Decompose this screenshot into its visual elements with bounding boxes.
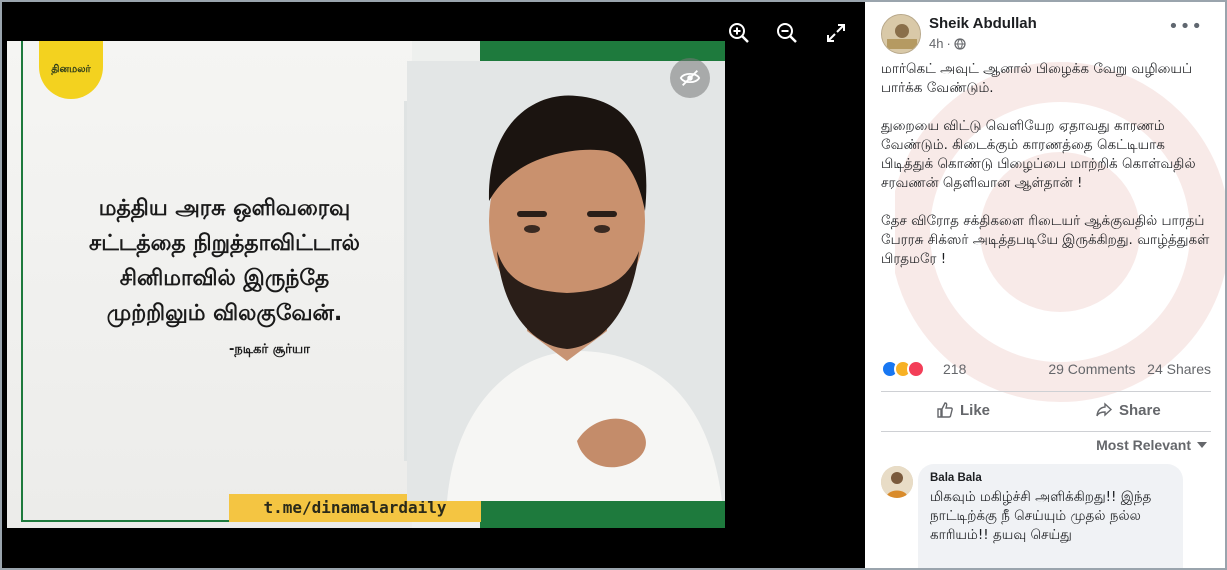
post-header: Sheik Abdullah 4h · ••• (881, 14, 1211, 58)
zoom-in-button[interactable] (726, 20, 752, 46)
author-avatar[interactable] (881, 14, 921, 54)
post-image: தினமலர் மத்திய அரசு ஒளிவரைவு சட்டத்தை நி… (7, 41, 725, 528)
globe-icon (954, 37, 966, 50)
actor-portrait (407, 61, 725, 501)
sort-label: Most Relevant (1096, 437, 1191, 453)
post-meta: 4h · (929, 36, 966, 51)
shares-count[interactable]: 24 Shares (1147, 361, 1211, 377)
divider (881, 431, 1211, 432)
comment-text: மிகவும் மகிழ்ச்சி அளிக்கிறது!! இந்த நாட்… (930, 489, 1152, 543)
more-options-icon[interactable]: ••• (1168, 18, 1203, 36)
comment-bubble: Bala Bala மிகவும் மகிழ்ச்சி அளிக்கிறது!!… (918, 464, 1183, 568)
logo-text: தினமலர் (51, 64, 91, 75)
like-button[interactable]: Like (936, 401, 990, 419)
post-actions: Like Share (881, 394, 1211, 428)
comments-count[interactable]: 29 Comments (1048, 361, 1135, 377)
reaction-stats: 218 29 Comments 24 Shares (881, 359, 1211, 379)
comment-sort-dropdown[interactable]: Most Relevant (1096, 437, 1207, 453)
hide-image-button[interactable] (670, 58, 710, 98)
reaction-count[interactable]: 218 (943, 361, 966, 377)
post-paragraph: மார்கெட் அவுட் ஆனால் பிழைக்க வேறு வழியைப… (881, 61, 1193, 96)
reaction-icons[interactable] (881, 360, 925, 378)
commenter-avatar[interactable] (881, 466, 913, 498)
caret-down-icon (1197, 442, 1207, 448)
zoom-out-icon (777, 23, 797, 43)
fullscreen-icon (827, 24, 845, 42)
quote-text: மத்திய அரசு ஒளிவரைவு சட்டத்தை நிறுத்தாவி… (89, 196, 360, 326)
share-label: Share (1119, 401, 1161, 419)
post-paragraph: துறையை விட்டு வெளியேற ஏதாவது காரணம் வேண்… (881, 118, 1196, 191)
avatar-image (882, 15, 920, 53)
post-panel: Sheik Abdullah 4h · ••• மார்கெட் அவுட் ஆ… (865, 2, 1225, 568)
fullscreen-button[interactable] (823, 20, 849, 46)
avatar-image (881, 466, 913, 498)
post-paragraph: தேச விரோத சக்திகளை ரிடையர் ஆக்குவதில் பா… (881, 213, 1210, 267)
divider (881, 391, 1211, 392)
like-label: Like (960, 401, 991, 419)
author-name[interactable]: Sheik Abdullah (929, 15, 1037, 32)
eye-off-icon (679, 70, 701, 86)
post-text: மார்கெட் அவுட் ஆனால் பிழைக்க வேறு வழியைப… (881, 60, 1216, 288)
post-time[interactable]: 4h (929, 36, 943, 51)
thumbs-up-icon (937, 402, 953, 418)
zoom-in-icon (729, 23, 749, 43)
share-icon (1096, 402, 1113, 417)
quote-attribution: -நடிகர் சூர்யா (229, 342, 310, 357)
share-button[interactable]: Share (1095, 401, 1161, 419)
photo-viewer: தினமலர் மத்திய அரசு ஒளிவரைவு சட்டத்தை நி… (2, 2, 865, 568)
love-icon (907, 360, 925, 378)
zoom-out-button[interactable] (774, 20, 800, 46)
commenter-name[interactable]: Bala Bala (930, 472, 1171, 484)
